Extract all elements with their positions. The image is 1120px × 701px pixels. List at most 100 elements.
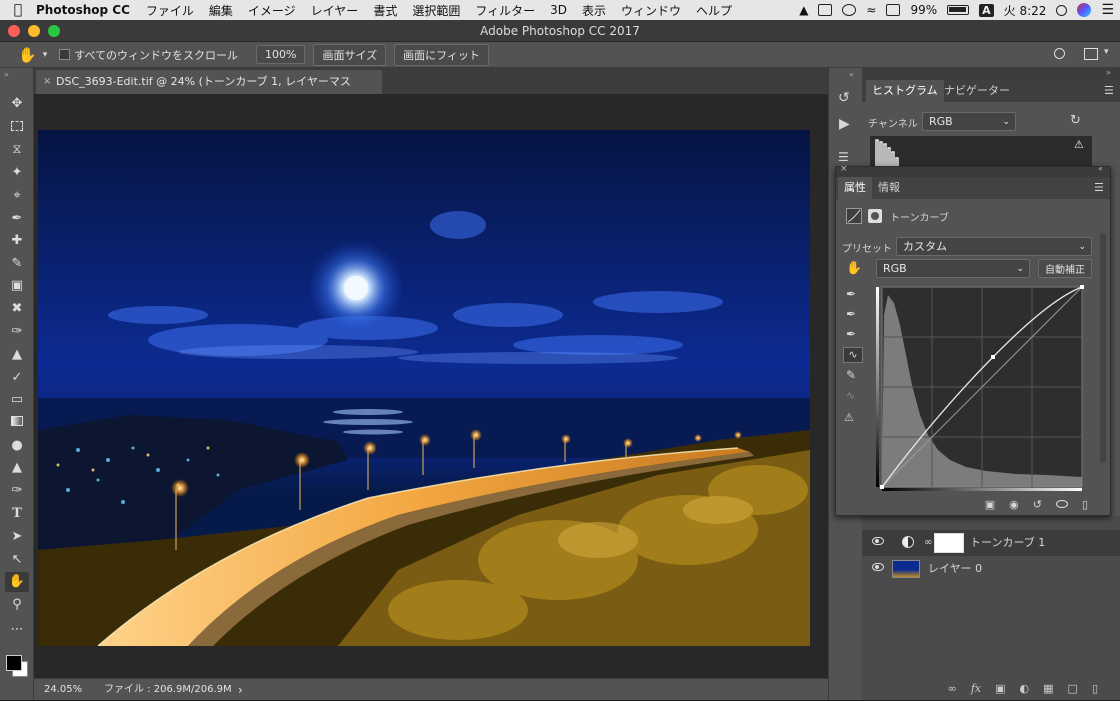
gray-point-eyedropper-icon[interactable]: ✒ bbox=[846, 307, 856, 321]
menu-layer[interactable]: レイヤー bbox=[311, 2, 359, 19]
workspace-icon[interactable] bbox=[1084, 48, 1098, 60]
layer-row-base[interactable]: レイヤー 0 bbox=[862, 556, 1120, 582]
spot-healing-tool-icon[interactable]: ✚ bbox=[5, 231, 29, 251]
layer-name[interactable]: レイヤー 0 bbox=[928, 556, 982, 582]
eraser-tool-icon[interactable]: ▭ bbox=[5, 390, 29, 410]
tool-preset-chevron-icon[interactable]: ▾ bbox=[43, 50, 48, 60]
blur-tool-icon[interactable]: ● bbox=[5, 436, 29, 456]
gradient-tool-icon[interactable] bbox=[5, 413, 29, 433]
fill-screen-button[interactable]: 画面にフィット bbox=[394, 43, 489, 66]
menu-window[interactable]: ウィンドウ bbox=[621, 2, 681, 19]
notification-center-icon[interactable]: ☰ bbox=[1101, 2, 1114, 18]
pen-tool-icon[interactable]: ✑ bbox=[5, 481, 29, 501]
dodge-tool-icon[interactable]: ▲ bbox=[5, 458, 29, 478]
target-adjust-hand-icon[interactable]: ✋ bbox=[846, 261, 862, 276]
view-previous-state-icon[interactable]: ◉ bbox=[1009, 498, 1019, 511]
curves-adjustment-icon[interactable] bbox=[846, 208, 862, 224]
menu-filter[interactable]: フィルター bbox=[475, 2, 535, 19]
hand-tool-preset-icon[interactable]: ✋ bbox=[18, 46, 37, 64]
close-window-button[interactable] bbox=[8, 25, 20, 37]
zoom-100-button[interactable]: 100% bbox=[256, 45, 306, 64]
direct-select-tool-icon[interactable]: ↖ bbox=[5, 550, 29, 570]
canvas-area[interactable] bbox=[34, 94, 828, 678]
windows-icon[interactable] bbox=[818, 4, 833, 16]
actions-panel-icon[interactable]: ▶ bbox=[839, 116, 850, 132]
zoom-level[interactable]: 24.05% bbox=[44, 679, 82, 701]
spotlight-icon[interactable] bbox=[1056, 4, 1068, 16]
histogram-panel-menu-icon[interactable]: ☰ bbox=[1104, 84, 1114, 97]
eye-visibility-icon[interactable] bbox=[872, 563, 884, 571]
document-image[interactable] bbox=[38, 130, 810, 646]
drive-icon[interactable]: ▲ bbox=[799, 3, 808, 17]
crop-tool-icon[interactable]: ⌖ bbox=[5, 186, 29, 206]
menu-image[interactable]: イメージ bbox=[248, 2, 296, 19]
clip-to-layer-icon[interactable]: ▣ bbox=[985, 498, 995, 511]
delete-layer-icon[interactable]: ▯ bbox=[1092, 682, 1098, 695]
search-icon[interactable] bbox=[1054, 48, 1065, 59]
apple-menu-icon[interactable]:  bbox=[0, 2, 36, 18]
toolbar-collapse-icon[interactable]: » bbox=[4, 70, 9, 79]
tab-histogram[interactable]: ヒストグラム bbox=[866, 80, 944, 102]
layer-name[interactable]: トーンカーブ 1 bbox=[970, 530, 1045, 556]
menu-select[interactable]: 選択範囲 bbox=[412, 2, 460, 19]
new-group-icon[interactable]: ▦ bbox=[1043, 682, 1053, 695]
pencil-draw-curve-icon[interactable]: ✎ bbox=[846, 368, 856, 382]
mask-icon[interactable] bbox=[868, 209, 882, 223]
clock[interactable]: 火 8:22 bbox=[1004, 2, 1047, 19]
layer-row-curves[interactable]: ∞ トーンカーブ 1 bbox=[862, 530, 1120, 556]
minimize-window-button[interactable] bbox=[28, 25, 40, 37]
tab-info[interactable]: 情報 bbox=[876, 177, 902, 199]
airplay-icon[interactable] bbox=[886, 4, 901, 16]
histogram-warning-icon[interactable]: ⚠ bbox=[1074, 138, 1084, 151]
brush-alt-tool-icon[interactable]: ✑ bbox=[5, 322, 29, 342]
menu-edit[interactable]: 編集 bbox=[209, 2, 233, 19]
zoom-tool-icon[interactable]: ⚲ bbox=[5, 595, 29, 615]
reset-adjustment-icon[interactable]: ↺ bbox=[1033, 498, 1042, 511]
history-brush-tool-icon[interactable]: ✖ bbox=[5, 299, 29, 319]
clipping-warning-icon[interactable]: ⚠ bbox=[844, 411, 854, 424]
layer-style-icon[interactable]: fx bbox=[971, 682, 981, 695]
properties-scrollbar[interactable] bbox=[1100, 233, 1106, 463]
zoom-window-button[interactable] bbox=[48, 25, 60, 37]
curves-channel-select[interactable]: RGB ⌄ bbox=[876, 259, 1030, 278]
paragraph-panel-icon[interactable]: ☰ bbox=[838, 150, 849, 164]
collapse-panel-icon[interactable]: « bbox=[1098, 164, 1103, 173]
clone-stamp-tool-icon[interactable]: ▣ bbox=[5, 276, 29, 296]
histogram-channel-select[interactable]: RGB ⌄ bbox=[922, 112, 1016, 131]
black-point-eyedropper-icon[interactable]: ✒ bbox=[846, 287, 856, 301]
move-tool-icon[interactable]: ✥ bbox=[5, 94, 29, 114]
close-document-icon[interactable]: × bbox=[43, 70, 51, 94]
new-adjustment-icon[interactable]: ◐ bbox=[1020, 682, 1030, 695]
eye-visibility-icon[interactable] bbox=[872, 537, 884, 545]
chain-link-icon[interactable]: ∞ bbox=[924, 530, 932, 556]
toggle-visibility-icon[interactable] bbox=[1055, 500, 1068, 508]
layer-mask-thumbnail[interactable] bbox=[934, 533, 964, 553]
add-mask-icon[interactable]: ▣ bbox=[995, 682, 1005, 695]
link-layers-icon[interactable]: ∞ bbox=[948, 682, 957, 695]
menu-view[interactable]: 表示 bbox=[582, 2, 606, 19]
white-point-eyedropper-icon[interactable]: ✒ bbox=[846, 327, 856, 341]
eyedropper-tool-icon[interactable]: ✒ bbox=[5, 209, 29, 229]
properties-panel-menu-icon[interactable]: ☰ bbox=[1094, 181, 1104, 194]
hand-tool-icon[interactable]: ✋ bbox=[5, 572, 29, 592]
scroll-all-checkbox[interactable] bbox=[59, 49, 71, 60]
type-tool-icon[interactable]: T bbox=[5, 504, 29, 524]
curves-graph[interactable] bbox=[876, 285, 1086, 491]
fit-screen-button[interactable]: 画面サイズ bbox=[313, 43, 387, 66]
preset-select[interactable]: カスタム ⌄ bbox=[896, 237, 1092, 256]
app-menu[interactable]: Photoshop CC bbox=[36, 3, 130, 17]
tab-navigator[interactable]: ナビゲーター bbox=[942, 80, 1012, 102]
right-dock-collapse-icon[interactable]: » bbox=[1106, 68, 1111, 77]
dock-collapse-icon[interactable]: « bbox=[849, 70, 854, 79]
curve-point-tool-icon[interactable]: ∿ bbox=[843, 347, 863, 363]
workspace-chevron-icon[interactable]: ▾ bbox=[1104, 47, 1109, 57]
marquee-tool-icon[interactable] bbox=[5, 118, 29, 138]
history-tool-icon[interactable]: ✓ bbox=[5, 368, 29, 388]
layer-thumbnail[interactable] bbox=[892, 560, 920, 578]
menu-type[interactable]: 書式 bbox=[373, 2, 397, 19]
status-menu-chevron-icon[interactable]: › bbox=[238, 679, 243, 701]
color-swatches[interactable] bbox=[4, 653, 32, 679]
path-select-tool-icon[interactable]: ➤ bbox=[5, 527, 29, 547]
quick-select-tool-icon[interactable]: ✦ bbox=[5, 163, 29, 183]
refresh-histogram-icon[interactable]: ↻ bbox=[1070, 113, 1081, 128]
